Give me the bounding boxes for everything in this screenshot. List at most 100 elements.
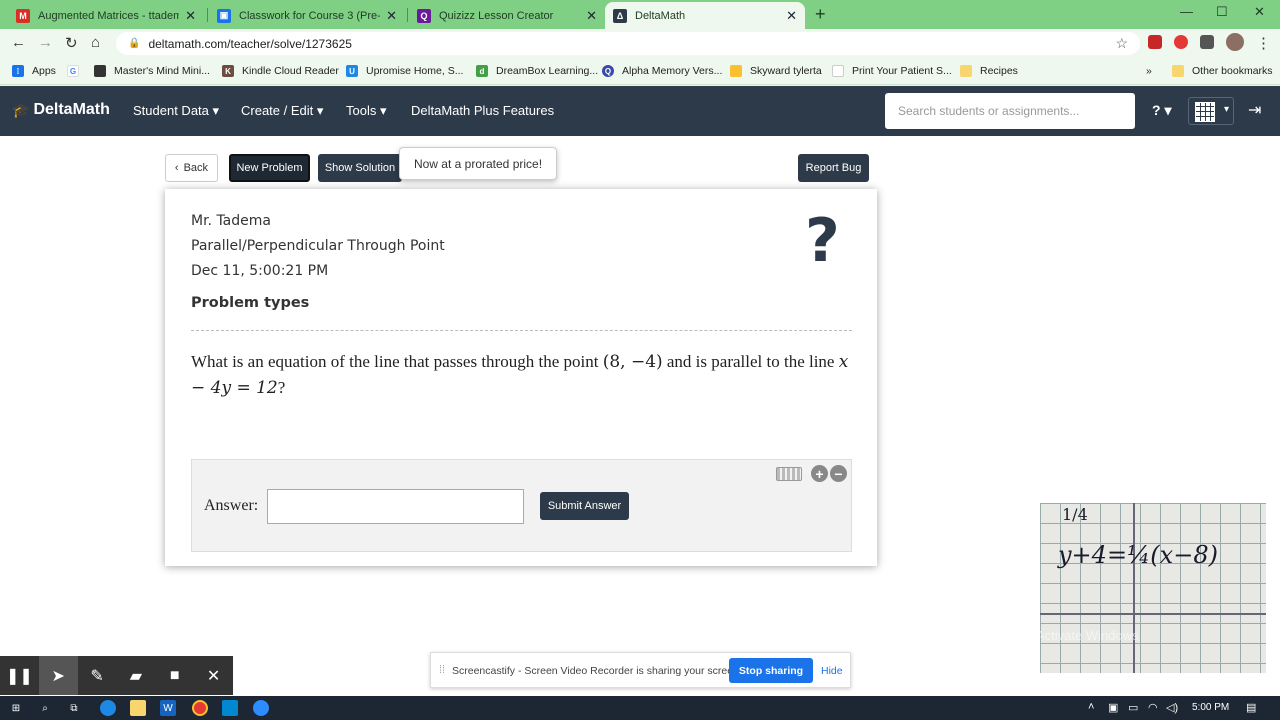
kindle-icon: K [222,65,234,77]
battery-icon[interactable]: ▭ [1128,701,1138,714]
close-tab-icon[interactable]: ✕ [185,8,196,24]
answer-input[interactable] [267,489,524,524]
home-icon[interactable]: ⌂ [91,34,100,51]
pause-icon[interactable]: ❚❚ [0,656,39,695]
bookmark-alpha-memory[interactable]: Q Alpha Memory Vers... [602,65,722,77]
problem-types-link[interactable]: Problem types [191,295,309,311]
more-bookmarks-chevron[interactable]: » [1146,65,1152,77]
skyward-icon [730,65,742,77]
bookmark-star-icon[interactable]: ☆ [1115,35,1128,52]
new-tab-button[interactable]: + [815,4,826,25]
extensions-puzzle-icon[interactable] [1200,35,1214,49]
bookmark-google[interactable]: G [67,65,87,77]
stop-sharing-button[interactable]: Stop sharing [729,658,813,683]
address-toolbar: ← → ↻ ⌂ 🔒 deltamath.com/teacher/solve/12… [0,29,1280,58]
drag-handle-icon[interactable]: ⁞⁞ [439,664,445,676]
screencastify-extension-icon[interactable] [1174,35,1188,49]
clock[interactable]: 5:00 PM [1192,702,1229,713]
windows-start-icon[interactable]: ⊞ [8,700,24,716]
bookmark-upromise[interactable]: U Upromise Home, S... [346,65,463,77]
back-button[interactable]: ‹ Back [165,154,218,182]
maximize-icon[interactable]: ☐ [1216,4,1228,20]
edge-icon[interactable] [100,700,116,716]
show-solution-button[interactable]: Show Solution [318,154,402,182]
tray-app-icon[interactable]: ▣ [1108,701,1118,714]
camera-icon[interactable]: ■ [155,656,194,695]
tab-quizizz[interactable]: Q Quizizz Lesson Creator ✕ [409,2,605,29]
deltamath-logo[interactable]: 🎓 DeltaMath [12,101,110,119]
zoom-out-icon[interactable]: − [830,465,847,482]
teacher-name: Mr. Tadema [191,213,271,229]
tab-deltamath[interactable]: Δ DeltaMath ✕ [605,2,805,29]
menu-tools[interactable]: Tools ▾ [346,103,387,119]
search-input[interactable]: Search students or assignments... [885,93,1135,129]
handwritten-fraction: 1/4 [1062,505,1088,524]
address-bar[interactable]: 🔒 deltamath.com/teacher/solve/1273625 ☆ [116,32,1140,55]
reload-icon[interactable]: ↻ [65,34,78,52]
tab-title: Augmented Matrices - ttadema@ [38,9,180,22]
search-icon[interactable]: ⌕ [37,700,53,716]
minimize-icon[interactable]: — [1180,4,1193,19]
activate-windows-watermark: Activate Windows [1036,628,1139,643]
bookmark-masters-mind[interactable]: Master's Mind Mini... [94,65,210,77]
keyboard-icon[interactable] [776,467,802,481]
bookmark-other[interactable]: Other bookmarks [1172,65,1273,77]
calculator-icon [1195,102,1215,122]
wifi-icon[interactable]: ◠ [1148,701,1158,714]
google-icon: G [67,65,79,77]
graduation-cap-icon: 🎓 [12,101,30,118]
acrobat-extension-icon[interactable] [1148,35,1162,49]
chrome-icon[interactable] [192,700,208,716]
bookmark-recipes[interactable]: Recipes [960,65,1018,77]
forward-arrow-icon[interactable]: → [38,34,53,51]
help-question-icon[interactable]: ? [805,211,840,271]
skill-name: Parallel/Perpendicular Through Point [191,238,445,254]
bookmark-apps[interactable]: ⁞ Apps [12,65,56,77]
close-window-icon[interactable]: ✕ [1254,4,1265,20]
bookmark-print-patient[interactable]: Print Your Patient S... [832,65,952,77]
tab-gmail[interactable]: M Augmented Matrices - ttadema@ ✕ [8,2,204,29]
deltamath-navbar: 🎓 DeltaMath Student Data ▾ Create / Edit… [0,86,1280,136]
chrome-menu-icon[interactable]: ⋮ [1256,34,1271,52]
quizizz-icon: Q [417,8,431,23]
logout-icon[interactable]: ⇥ [1248,100,1261,120]
alpha-memory-icon: Q [602,65,614,77]
profile-avatar[interactable] [1226,33,1244,51]
masters-mind-icon [94,65,106,77]
zoom-app-icon[interactable] [253,700,269,716]
word-icon[interactable]: W [160,700,176,716]
problem-timestamp: Dec 11, 5:00:21 PM [191,263,329,279]
notifications-icon[interactable]: ▤ [1246,701,1256,714]
help-dropdown[interactable]: ? ▾ [1152,102,1171,119]
answer-panel: + − Answer: Submit Answer [191,459,852,552]
close-tab-icon[interactable]: ✕ [386,8,397,24]
cursor-icon[interactable]: ➤ [38,656,78,695]
volume-icon[interactable]: ◁) [1166,701,1178,714]
tab-classroom[interactable]: ▣ Classwork for Course 3 (Pre-Alge ✕ [209,2,405,29]
close-toolbar-icon[interactable]: ✕ [194,656,233,695]
bookmark-skyward[interactable]: Skyward tylerta [730,65,822,77]
bookmark-kindle[interactable]: K Kindle Cloud Reader [222,65,339,77]
zoom-in-icon[interactable]: + [811,465,828,482]
menu-deltamath-plus[interactable]: DeltaMath Plus Features [411,103,554,118]
task-view-icon[interactable]: ⧉ [66,700,82,716]
tab-title: Classwork for Course 3 (Pre-Alge [239,9,380,22]
report-bug-button[interactable]: Report Bug [798,154,869,182]
submit-answer-button[interactable]: Submit Answer [540,492,629,520]
close-tab-icon[interactable]: ✕ [786,8,797,24]
file-explorer-icon[interactable] [130,700,146,716]
tray-chevron-icon[interactable]: ˄ [1088,701,1094,713]
pen-icon[interactable]: ✎ [78,656,117,695]
hide-link[interactable]: Hide [821,665,843,677]
lock-icon: 🔒 [128,38,141,49]
calculator-dropdown[interactable]: ▾ [1188,97,1234,125]
sharing-message: Screencastify - Screen Video Recorder is… [452,665,742,677]
highlighter-icon[interactable]: ▰ [116,656,155,695]
close-tab-icon[interactable]: ✕ [586,8,597,24]
back-arrow-icon[interactable]: ← [11,34,26,51]
new-problem-button[interactable]: New Problem [229,154,310,182]
app-icon[interactable] [222,700,238,716]
menu-student-data[interactable]: Student Data ▾ [133,103,219,119]
menu-create-edit[interactable]: Create / Edit ▾ [241,103,323,119]
bookmark-dreambox[interactable]: d DreamBox Learning... [476,65,598,77]
